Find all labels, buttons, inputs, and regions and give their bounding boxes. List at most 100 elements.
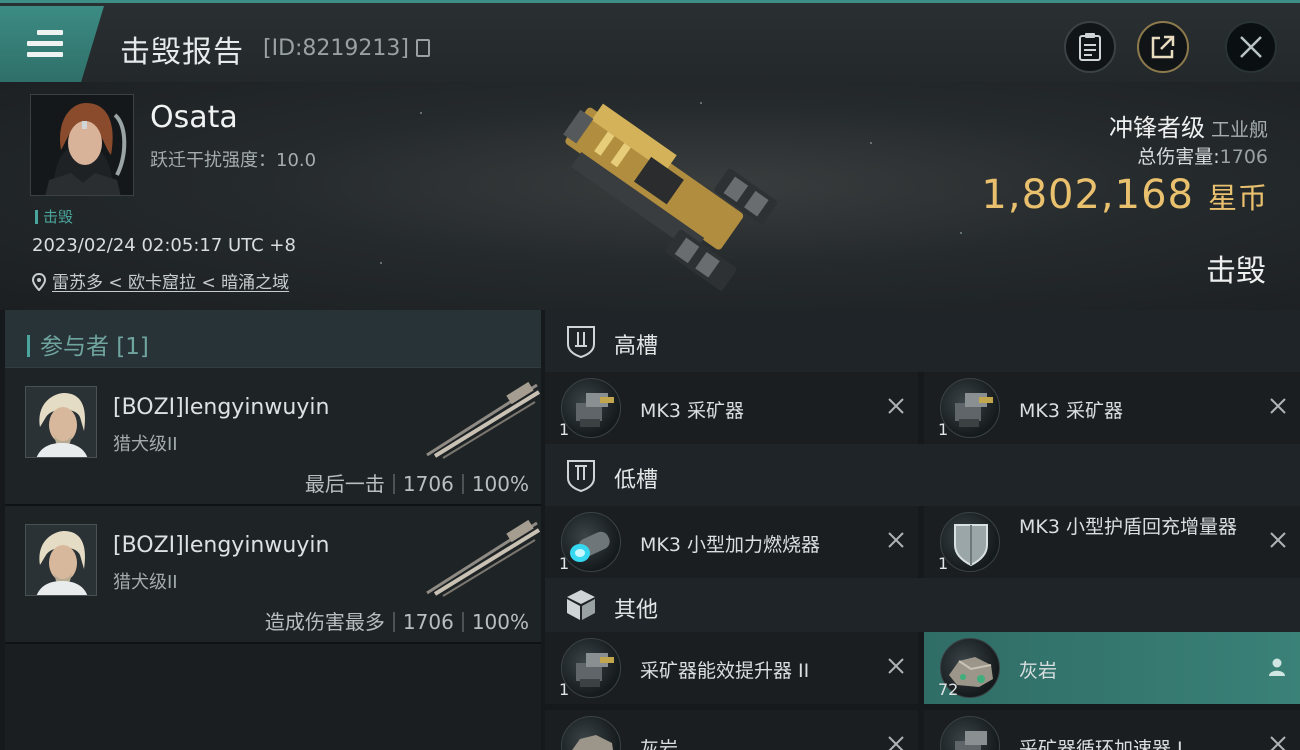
avatar xyxy=(25,386,97,458)
item-quantity: 1 xyxy=(559,680,570,699)
participant-percent: 100% xyxy=(471,472,529,496)
ship-type: 工业舰 xyxy=(1210,119,1268,141)
total-damage-label: 总伤害量: xyxy=(1137,146,1220,168)
remove-icon[interactable] xyxy=(886,396,906,416)
item-quantity: 1 xyxy=(559,554,570,573)
mining-upgrade-icon xyxy=(561,638,621,698)
victim-name[interactable]: Osata xyxy=(150,100,238,135)
item-quantity: 1 xyxy=(938,420,949,439)
participant-ship-image xyxy=(417,380,542,460)
remove-icon[interactable] xyxy=(886,734,906,750)
participant-damage: 1706 xyxy=(402,610,454,634)
ore-icon xyxy=(561,716,621,750)
mining-laser-icon xyxy=(940,378,1000,438)
cargo-icon xyxy=(567,590,595,620)
menu-button[interactable] xyxy=(0,6,104,82)
ship-class-name: 冲锋者级 xyxy=(1108,114,1205,142)
participant-name: [BOZI]lengyinwuyin xyxy=(113,395,330,420)
participant-ship-image xyxy=(417,518,542,598)
item-name: MK3 小型加力燃烧器 xyxy=(640,534,820,556)
shield-icon xyxy=(940,512,1000,572)
fitting-item[interactable]: 1 MK3 小型护盾回充增量器 xyxy=(924,506,1300,578)
item-name: MK3 采矿器 xyxy=(640,400,744,422)
participant-stats: 最后一击 1706 100% xyxy=(305,468,529,497)
menu-icon xyxy=(27,30,63,58)
fitting-item[interactable]: 灰岩 xyxy=(545,710,918,750)
low-slot-header: 低槽 xyxy=(545,444,1300,506)
participant-ship: 猎犬级II xyxy=(113,572,178,593)
remove-icon[interactable] xyxy=(1268,530,1288,550)
item-name: 灰岩 xyxy=(640,738,679,750)
item-name: MK3 小型护盾回充增量器 xyxy=(1019,516,1237,538)
isk-unit: 星币 xyxy=(1207,181,1268,215)
item-name: MK3 采矿器 xyxy=(1019,400,1123,422)
avatar xyxy=(31,95,133,195)
fitting-item-highlighted[interactable]: 72 灰岩 xyxy=(924,632,1300,704)
victim-ship-image xyxy=(520,90,790,300)
isk-amount: 1,802,168 xyxy=(981,172,1194,218)
total-damage: 总伤害量:1706 xyxy=(1137,142,1268,169)
mining-upgrade-icon xyxy=(940,716,1000,750)
participant-row[interactable]: [BOZI]lengyinwuyin 猎犬级II 最后一击 1706 100% xyxy=(5,368,541,506)
kill-location[interactable]: 雷苏多 < 欧卡窟拉 < 暗涌之域 xyxy=(31,268,290,293)
clipboard-icon xyxy=(1079,33,1101,61)
warp-scramble-strength: 跃迁干扰强度：10.0 xyxy=(150,150,317,171)
location-pin-icon xyxy=(31,272,47,292)
top-bar: 击毁报告 [ID:8219213] xyxy=(0,0,1300,82)
item-quantity: 72 xyxy=(938,680,959,699)
kill-tag: 击毁 xyxy=(35,206,73,227)
fitting-item[interactable]: 采矿器循环加速器 I xyxy=(924,710,1300,750)
share-icon xyxy=(1151,35,1175,59)
close-icon xyxy=(1240,36,1262,58)
mining-laser-icon xyxy=(561,378,621,438)
fitting-item[interactable]: 1 MK3 采矿器 xyxy=(545,372,918,444)
kill-datetime: 2023/02/24 02:05:17 UTC +8 xyxy=(32,235,296,256)
participant-damage: 1706 xyxy=(402,472,454,496)
page-title: 击毁报告 xyxy=(120,35,244,70)
participant-name: [BOZI]lengyinwuyin xyxy=(113,533,330,558)
victim-panel: Osata 跃迁干扰强度：10.0 击毁 2023/02/24 02:05:17… xyxy=(0,82,1300,310)
high-slot-header: 高槽 xyxy=(545,310,1300,372)
item-name: 采矿器能效提升器 II xyxy=(640,660,810,682)
copy-icon[interactable] xyxy=(416,39,430,57)
low-slot-label: 低槽 xyxy=(614,468,659,493)
participant-ship: 猎犬级II xyxy=(113,434,178,455)
remove-icon[interactable] xyxy=(1268,396,1288,416)
item-quantity: 1 xyxy=(559,420,570,439)
kill-status: 击毁 xyxy=(1206,254,1266,289)
ship-class[interactable]: 冲锋者级 工业舰 xyxy=(1109,108,1268,143)
avatar xyxy=(25,524,97,596)
high-slot-label: 高槽 xyxy=(614,334,659,359)
fitting-item[interactable]: 1 采矿器能效提升器 II xyxy=(545,632,918,704)
participant-row[interactable]: [BOZI]lengyinwuyin 猎犬级II 造成伤害最多 1706 100% xyxy=(5,506,541,644)
fitting-panel: 高槽 1 MK3 采矿器 1 MK3 采矿器 低槽 1 MK3 小型加力燃烧器 xyxy=(545,310,1300,750)
close-button[interactable] xyxy=(1225,21,1277,73)
remove-icon[interactable] xyxy=(1268,734,1288,750)
participant-stats: 造成伤害最多 1706 100% xyxy=(265,606,529,635)
high-slot-icon xyxy=(567,326,595,358)
other-header: 其他 xyxy=(545,578,1300,632)
clipboard-button[interactable] xyxy=(1064,21,1116,73)
victim-portrait[interactable] xyxy=(30,94,134,196)
remove-icon[interactable] xyxy=(886,530,906,550)
isk-value: 1,802,168 星币 xyxy=(981,172,1268,218)
other-label: 其他 xyxy=(614,598,659,623)
item-name: 灰岩 xyxy=(1019,660,1058,682)
fitting-item[interactable]: 1 MK3 采矿器 xyxy=(924,372,1300,444)
participants-header[interactable]: 参与者 [1] xyxy=(5,310,541,368)
report-id: [ID:8219213] xyxy=(263,36,409,61)
remove-icon[interactable] xyxy=(886,656,906,676)
participant-note: 最后一击 xyxy=(304,472,385,496)
user-icon xyxy=(1269,658,1285,676)
participants-panel: 参与者 [1] [BOZI]lengyinwuyin 猎犬级II 最后一击 170… xyxy=(5,310,541,750)
participant-note: 造成伤害最多 xyxy=(264,610,385,634)
location-text: 雷苏多 < 欧卡窟拉 < 暗涌之域 xyxy=(52,273,290,293)
item-name: 采矿器循环加速器 I xyxy=(1019,738,1183,750)
afterburner-icon xyxy=(561,512,621,572)
total-damage-value: 1706 xyxy=(1219,146,1268,168)
item-quantity: 1 xyxy=(938,554,949,573)
participant-percent: 100% xyxy=(471,610,529,634)
low-slot-icon xyxy=(567,460,595,492)
share-button[interactable] xyxy=(1137,21,1189,73)
fitting-item[interactable]: 1 MK3 小型加力燃烧器 xyxy=(545,506,918,578)
